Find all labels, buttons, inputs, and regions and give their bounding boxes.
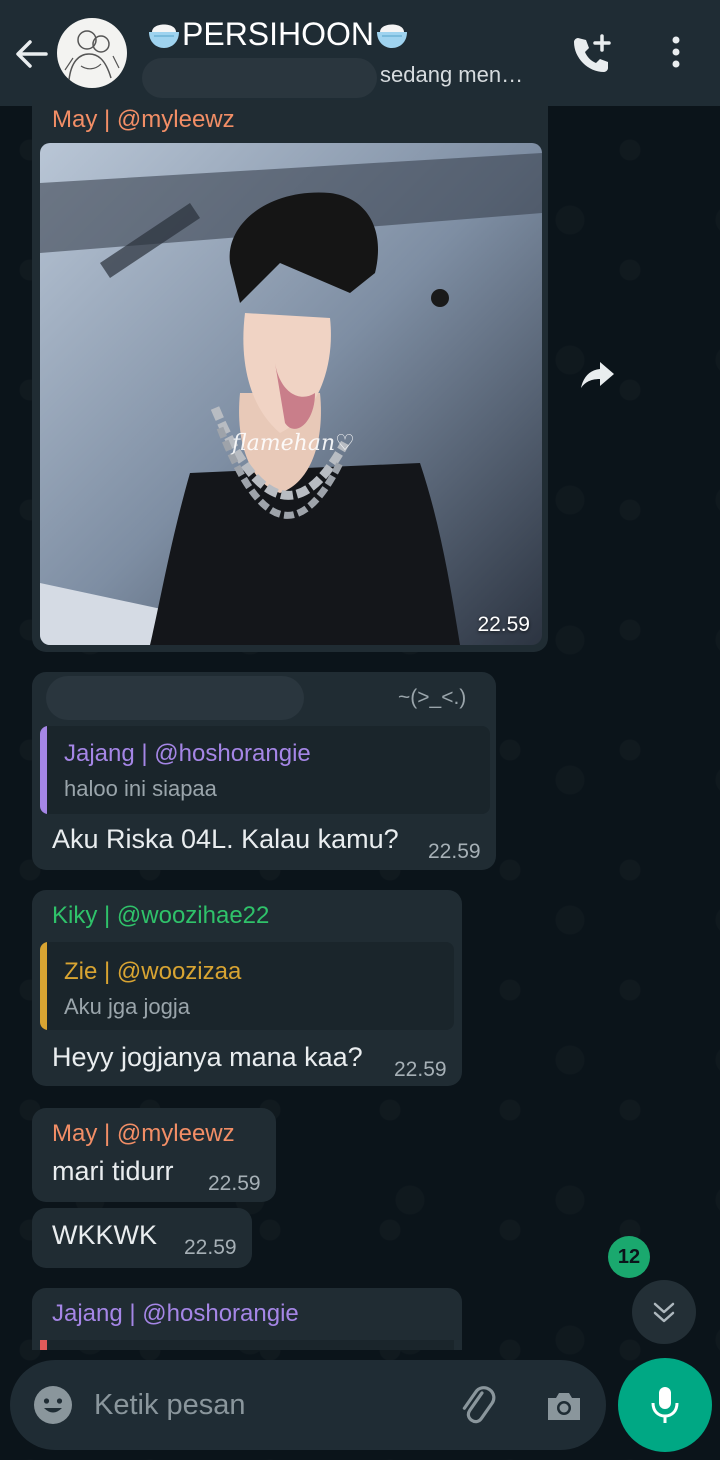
quoted-message[interactable]: Jajang | @hoshorangie haloo ini siapaa: [40, 726, 490, 814]
typing-status: sedang men…: [380, 62, 524, 87]
quote-text: Aku jga jogja: [64, 994, 190, 1019]
quote-text: haloo ini siapaa: [64, 776, 217, 801]
redacted-typing-name: [142, 58, 377, 98]
mic-button[interactable]: [618, 1358, 712, 1452]
message-composer: [10, 1360, 606, 1450]
quote-sender: Zie | @woozizaa: [64, 958, 242, 985]
forward-icon[interactable]: [576, 352, 620, 396]
message-sender[interactable]: May | @myleewz: [52, 1120, 235, 1148]
message-time: 22.59: [428, 840, 481, 863]
unread-count-badge[interactable]: 12: [608, 1236, 650, 1278]
scroll-to-bottom-button[interactable]: [632, 1280, 696, 1344]
redacted-sender-name: [46, 676, 304, 720]
quote-bar: [40, 726, 47, 814]
message-time: 22.59: [477, 613, 530, 636]
quoted-message: [40, 1340, 454, 1350]
quote-sender: Jajang | @hoshorangie: [64, 740, 311, 767]
emoji-icon[interactable]: [32, 1384, 74, 1426]
group-title-text: PERSIHOON: [182, 16, 375, 52]
chevron-down-icon: [653, 1302, 675, 1323]
group-title[interactable]: PERSIHOON: [146, 16, 410, 53]
message-sender[interactable]: May | @myleewz: [52, 106, 235, 134]
message-input[interactable]: [94, 1382, 424, 1428]
rice-bowl-icon: [146, 18, 182, 52]
message-text: mari tidurr: [52, 1156, 174, 1186]
message-sender[interactable]: Kiky | @woozihae22: [52, 902, 269, 930]
more-vert-icon[interactable]: [660, 30, 692, 78]
add-call-icon[interactable]: [568, 30, 616, 78]
group-avatar[interactable]: [57, 18, 127, 88]
message-time: 22.59: [394, 1058, 447, 1081]
back-arrow-icon[interactable]: [10, 32, 54, 76]
message-text: WKKWK: [52, 1220, 157, 1250]
photo-watermark: flamehan♡: [232, 431, 355, 456]
message-sender[interactable]: Jajang | @hoshorangie: [52, 1300, 299, 1328]
attach-icon[interactable]: [454, 1382, 500, 1428]
camera-icon[interactable]: [542, 1384, 586, 1428]
quote-bar: [40, 942, 47, 1030]
chat-header: PERSIHOON sedang men…: [0, 0, 720, 106]
sender-tag: ~(>_<.): [398, 686, 467, 709]
message-time: 22.59: [184, 1236, 237, 1259]
shared-photo[interactable]: flamehan♡ 22.59: [40, 143, 542, 645]
rice-bowl-icon: [374, 18, 410, 52]
message-time: 22.59: [208, 1172, 261, 1195]
mic-icon: [651, 1387, 679, 1423]
quoted-message[interactable]: Zie | @woozizaa Aku jga jogja: [40, 942, 454, 1030]
message-text: Aku Riska 04L. Kalau kamu?: [52, 824, 399, 854]
message-text: Heyy jogjanya mana kaa?: [52, 1042, 363, 1072]
